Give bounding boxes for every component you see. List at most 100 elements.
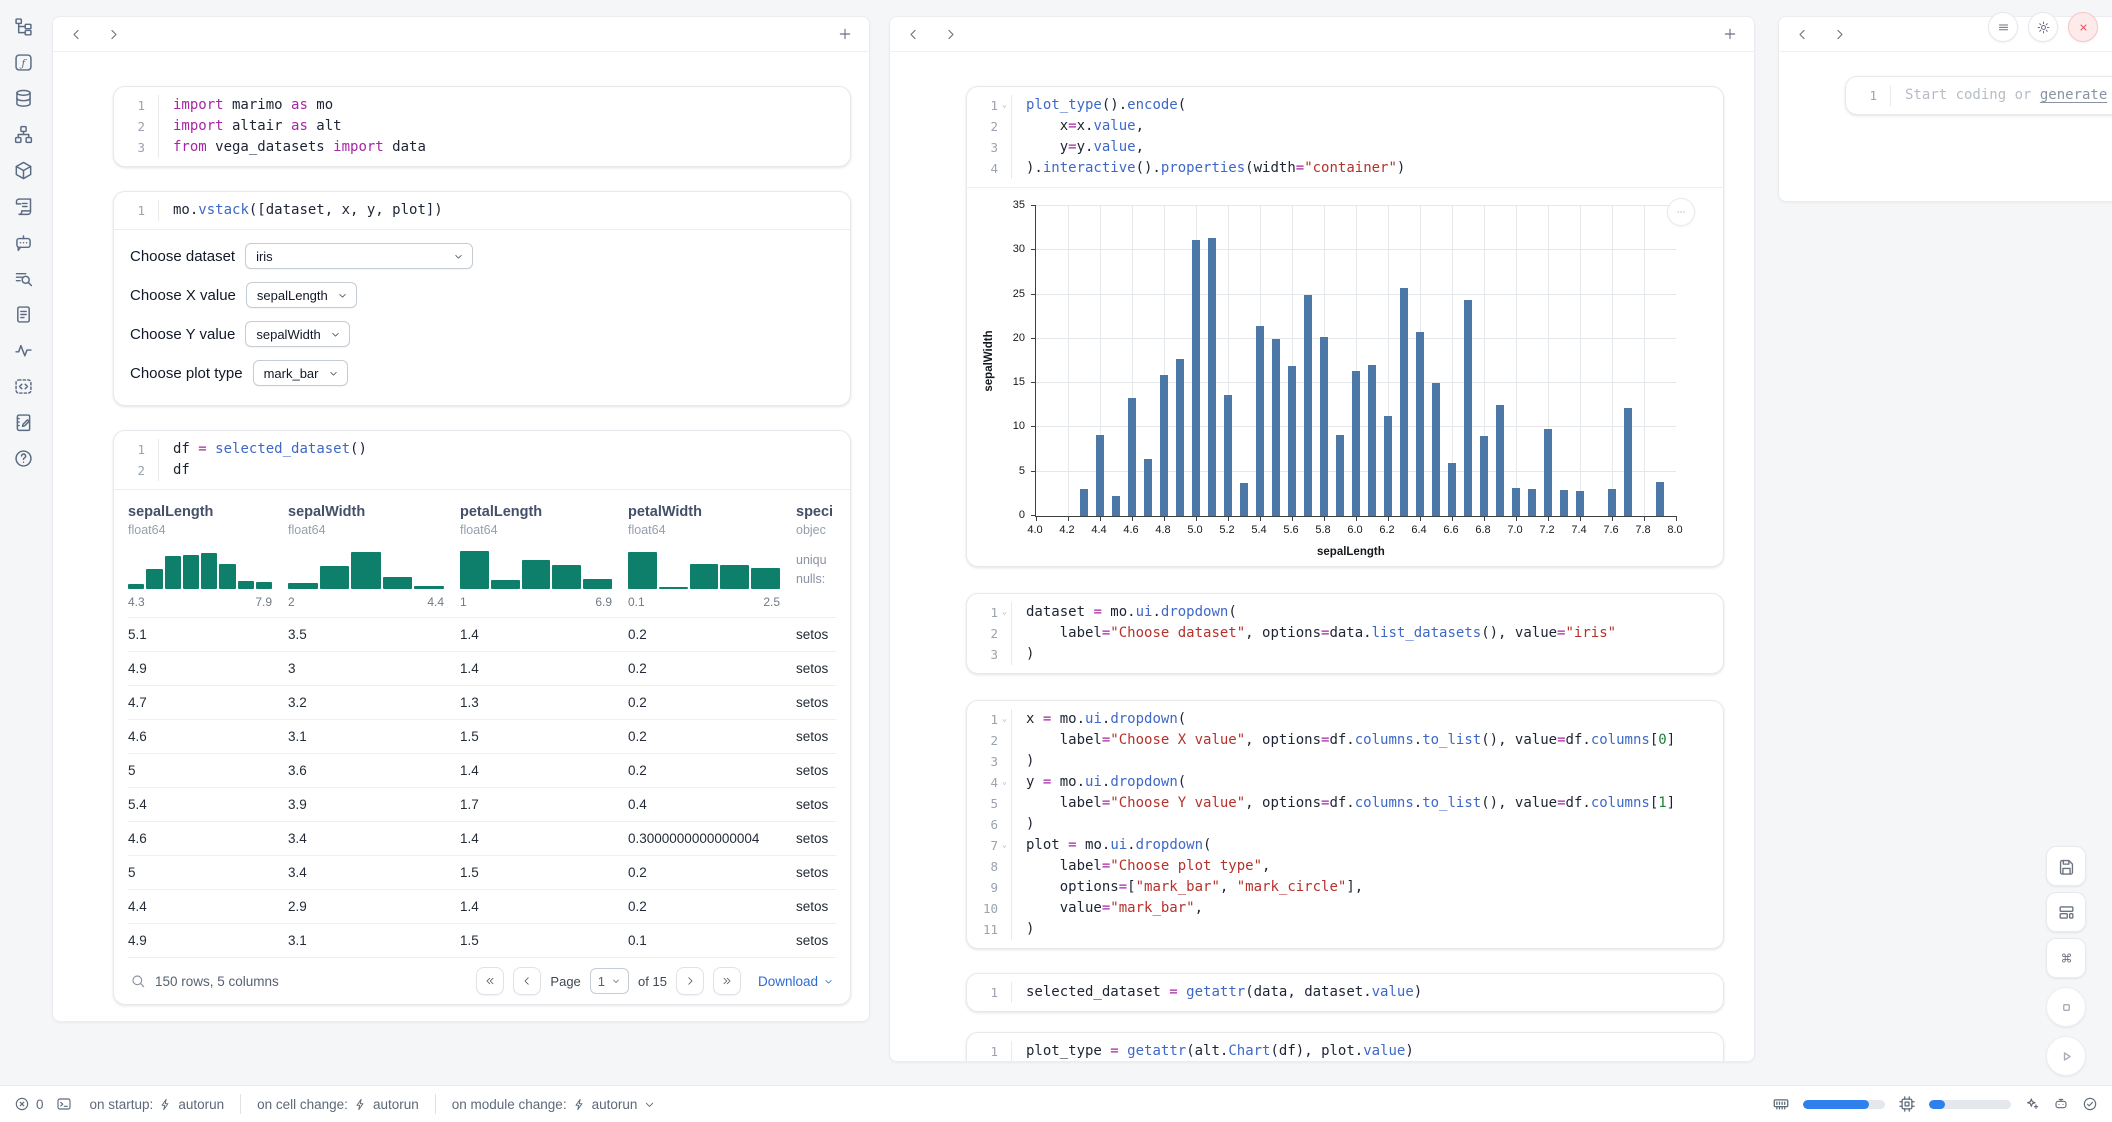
on-startup-setting[interactable]: on startup: autorun bbox=[90, 1097, 225, 1112]
first-page-button[interactable] bbox=[476, 967, 504, 995]
help-icon[interactable] bbox=[13, 448, 34, 469]
choose-x-value-select[interactable]: sepalLength bbox=[246, 282, 357, 308]
panel3-next-button[interactable] bbox=[1832, 27, 1847, 42]
save-button[interactable] bbox=[2046, 846, 2086, 886]
package-icon[interactable] bbox=[13, 160, 34, 181]
check-circle-icon bbox=[2082, 1096, 2098, 1112]
double-chevron-left-icon bbox=[484, 975, 496, 987]
scratchpad-icon[interactable] bbox=[13, 412, 34, 433]
script-scroll-icon[interactable] bbox=[13, 196, 34, 217]
function-square-icon[interactable]: ƒ bbox=[13, 52, 34, 73]
svg-text:ƒ: ƒ bbox=[19, 57, 27, 69]
panel2-prev-button[interactable] bbox=[906, 27, 921, 42]
on-module-change-setting[interactable]: on module change: autorun bbox=[452, 1097, 657, 1112]
panel3-prev-button[interactable] bbox=[1795, 27, 1810, 42]
ram-meter bbox=[1803, 1100, 1885, 1109]
column-header-speci[interactable]: speciobjecuniqunulls: bbox=[796, 504, 836, 609]
plot-type-code-editor[interactable]: 1plot_type = getattr(alt.Chart(df), plot… bbox=[967, 1033, 1723, 1062]
close-icon bbox=[2076, 20, 2091, 35]
layout-button[interactable] bbox=[2046, 892, 2086, 932]
code-box-icon[interactable] bbox=[13, 376, 34, 397]
error-count-badge[interactable]: 0 bbox=[14, 1096, 44, 1112]
table-row: 4.63.41.40.3000000000000004setos bbox=[128, 821, 836, 855]
prev-page-button[interactable] bbox=[513, 967, 541, 995]
snippets-icon[interactable] bbox=[13, 304, 34, 325]
database-icon[interactable] bbox=[13, 88, 34, 109]
df-table-body: 5.13.51.40.2setos4.931.40.2setos4.73.21.… bbox=[128, 617, 836, 957]
vstack-controls: Choose datasetirisChoose X valuesepalLen… bbox=[114, 230, 850, 405]
activity-pulse-icon[interactable] bbox=[13, 340, 34, 361]
panel1-next-button[interactable] bbox=[106, 27, 121, 42]
chatbot-icon[interactable] bbox=[13, 232, 34, 253]
terminal-icon bbox=[56, 1096, 72, 1112]
df-code-editor[interactable]: 1df = selected_dataset()2df bbox=[114, 431, 850, 489]
chart-actions-button[interactable] bbox=[1667, 198, 1695, 226]
terminal-button[interactable] bbox=[56, 1096, 72, 1112]
empty-code-editor[interactable]: 1 Start coding or generate with bbox=[1846, 77, 2112, 114]
list-search-icon[interactable] bbox=[13, 268, 34, 289]
chevron-down-icon bbox=[328, 368, 339, 379]
status-bar: 0 on startup: autorun on cell change: au… bbox=[0, 1085, 2112, 1122]
dataframe-table: sepalLengthfloat644.37.9sepalWidthfloat6… bbox=[114, 490, 850, 1004]
y-axis-title: sepalWidth bbox=[983, 330, 995, 391]
bar-chart[interactable]: 4.04.24.44.64.85.05.25.45.65.86.06.26.46… bbox=[979, 192, 1699, 564]
settings-button[interactable] bbox=[2028, 12, 2058, 42]
panel2-add-cell-button[interactable] bbox=[1722, 26, 1738, 42]
column-header-petalWidth[interactable]: petalWidthfloat640.12.5 bbox=[628, 504, 796, 609]
menu-button[interactable] bbox=[1988, 12, 2018, 42]
column-panel-2: 1⌄plot_type().encode(2 x=x.value,3 y=y.v… bbox=[889, 16, 1755, 1062]
cell-vstack: 1mo.vstack([dataset, x, y, plot]) Choose… bbox=[113, 191, 851, 406]
column-header-petalLength[interactable]: petalLengthfloat6416.9 bbox=[460, 504, 628, 609]
zap-icon bbox=[159, 1098, 172, 1111]
dependency-graph-icon[interactable] bbox=[13, 124, 34, 145]
keyboard-shortcuts-button[interactable]: ⌘ bbox=[2046, 938, 2086, 978]
placeholder-text: Start coding or bbox=[1905, 87, 2040, 103]
chart-bar bbox=[1304, 295, 1312, 516]
panel1-add-cell-button[interactable] bbox=[837, 26, 853, 42]
layout-icon bbox=[2057, 903, 2076, 922]
histogram-sepalLength bbox=[128, 549, 272, 589]
last-page-button[interactable] bbox=[713, 967, 741, 995]
gear-icon bbox=[2036, 20, 2051, 35]
xyplot-code-editor[interactable]: 1⌄x = mo.ui.dropdown(2 label="Choose X v… bbox=[967, 701, 1723, 948]
choose-plot-type-select[interactable]: mark_bar bbox=[253, 360, 348, 386]
generate-link[interactable]: generate bbox=[2040, 87, 2107, 103]
choose-dataset-select[interactable]: iris bbox=[245, 243, 473, 269]
chart-bar bbox=[1112, 496, 1120, 516]
cpu-icon bbox=[1898, 1095, 1916, 1113]
stop-button[interactable] bbox=[2046, 987, 2086, 1027]
column-header-sepalLength[interactable]: sepalLengthfloat644.37.9 bbox=[128, 504, 288, 609]
stop-icon bbox=[2057, 998, 2076, 1017]
chart-bar bbox=[1528, 489, 1536, 516]
chart-bar bbox=[1576, 491, 1584, 516]
close-button[interactable] bbox=[2068, 12, 2098, 42]
plot-code-editor[interactable]: 1⌄plot_type().encode(2 x=x.value,3 y=y.v… bbox=[967, 87, 1723, 187]
chart-bar bbox=[1192, 240, 1200, 516]
panel1-prev-button[interactable] bbox=[69, 27, 84, 42]
chevron-down-icon bbox=[611, 976, 621, 986]
selected-code-editor[interactable]: 1selected_dataset = getattr(data, datase… bbox=[967, 974, 1723, 1011]
x-axis-title: sepalLength bbox=[1317, 546, 1385, 558]
download-button[interactable]: Download bbox=[758, 974, 834, 989]
health-button[interactable] bbox=[2082, 1096, 2098, 1112]
dataset-code-editor[interactable]: 1⌄dataset = mo.ui.dropdown(2 label="Choo… bbox=[967, 594, 1723, 673]
run-button[interactable] bbox=[2046, 1036, 2086, 1076]
imports-code-editor[interactable]: 1import marimo as mo2import altair as al… bbox=[114, 87, 850, 166]
search-icon[interactable] bbox=[130, 973, 146, 989]
chart-bar bbox=[1288, 366, 1296, 516]
control-row: Choose Y valuesepalWidth bbox=[130, 321, 834, 347]
file-tree-icon[interactable] bbox=[13, 16, 34, 37]
on-cell-change-setting[interactable]: on cell change: autorun bbox=[257, 1097, 419, 1112]
next-page-button[interactable] bbox=[676, 967, 704, 995]
choose-y-value-select[interactable]: sepalWidth bbox=[245, 321, 349, 347]
panel2-next-button[interactable] bbox=[943, 27, 958, 42]
ai-assist-button[interactable] bbox=[2024, 1096, 2040, 1112]
cell-dataset-dropdown: 1⌄dataset = mo.ui.dropdown(2 label="Choo… bbox=[966, 593, 1724, 674]
column-header-sepalWidth[interactable]: sepalWidthfloat6424.4 bbox=[288, 504, 460, 609]
chevron-right-icon bbox=[684, 975, 696, 987]
page-select[interactable]: 1 bbox=[590, 968, 629, 994]
chevron-left-icon bbox=[521, 975, 533, 987]
chart-bar bbox=[1656, 482, 1664, 516]
assistant-button[interactable] bbox=[2053, 1096, 2069, 1112]
vstack-code-editor[interactable]: 1mo.vstack([dataset, x, y, plot]) bbox=[114, 192, 850, 229]
